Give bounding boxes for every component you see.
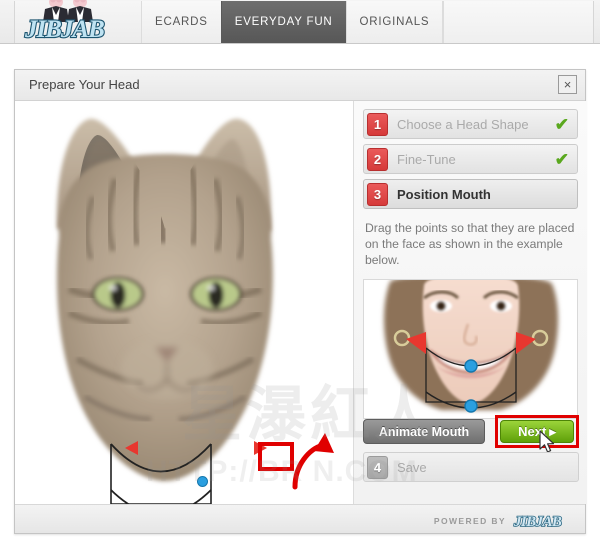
step-complete-check-icon-1: ✔: [554, 115, 569, 134]
tab-everyday-fun-label: EVERYDAY FUN: [234, 16, 333, 28]
tab-originals[interactable]: ORIGINALS: [345, 1, 444, 43]
next-button[interactable]: Next ▸: [500, 420, 574, 443]
dialog-footer: POWERED BY JIBJAB: [15, 504, 585, 533]
animate-mouth-button[interactable]: Animate Mouth: [363, 419, 485, 444]
sidebar-item-fine-tune[interactable]: 2 Fine-Tune ✔: [363, 144, 578, 174]
step-badge-1: 1: [367, 112, 388, 136]
top-navigation-bar: JIBJAB ECARDS EVERYDAY FUN ORIGINALS: [0, 0, 600, 44]
jibjab-logo[interactable]: JIBJAB: [15, 0, 141, 44]
example-face-illustration: [364, 280, 577, 418]
tab-ecards-label: ECARDS: [155, 16, 208, 28]
powered-by-block: POWERED BY JIBJAB: [434, 512, 573, 529]
step-label-3: Position Mouth: [397, 186, 491, 202]
nav-inner: JIBJAB ECARDS EVERYDAY FUN ORIGINALS: [14, 0, 594, 44]
step-badge-2: 2: [367, 147, 388, 171]
sidebar-item-position-mouth[interactable]: 3 Position Mouth: [363, 179, 578, 209]
next-button-wrapper: Next ▸: [495, 415, 579, 453]
animate-mouth-label: Animate Mouth: [378, 424, 470, 439]
mouth-lower-curve: [110, 489, 212, 504]
wizard-sidebar: 1 Choose a Head Shape ✔ 2 Fine-Tune ✔ 3: [353, 101, 587, 504]
dialog-header: Prepare Your Head ×: [15, 70, 585, 101]
close-glyph: ×: [563, 77, 572, 92]
step-number-4: 4: [373, 459, 382, 475]
app-root: JIBJAB ECARDS EVERYDAY FUN ORIGINALS Pre: [0, 0, 600, 552]
jibjab-logo-icon: JIBJAB: [23, 0, 106, 44]
svg-text:JIBJAB: JIBJAB: [24, 16, 104, 43]
dialog-body: 1 Choose a Head Shape ✔ 2 Fine-Tune ✔ 3: [15, 101, 587, 504]
sidebar-item-choose-head-shape[interactable]: 1 Choose a Head Shape ✔: [363, 109, 578, 139]
close-icon[interactable]: ×: [558, 75, 577, 94]
step-complete-check-icon-2: ✔: [554, 150, 569, 169]
instruction-text: Drag the points so that they are placed …: [365, 221, 575, 267]
step-number-3: 3: [373, 186, 382, 202]
tab-everyday-fun[interactable]: EVERYDAY FUN: [220, 1, 346, 43]
tab-ecards[interactable]: ECARDS: [141, 1, 221, 43]
page-title: Prepare Your Head: [29, 77, 140, 92]
svg-text:JIBJAB: JIBJAB: [513, 514, 562, 529]
step-label-4: Save: [397, 459, 427, 475]
powered-by-label: POWERED BY: [433, 515, 506, 526]
step-badge-4: 4: [367, 455, 388, 479]
tab-originals-label: ORIGINALS: [359, 16, 430, 28]
footer-jibjab-logo-icon: JIBJAB: [513, 513, 563, 529]
step-badge-3: 3: [367, 182, 388, 206]
nav-filler: [443, 1, 593, 43]
step-number-1: 1: [373, 116, 382, 132]
mouth-point-upper[interactable]: [197, 476, 208, 487]
step-label-1: Choose a Head Shape: [397, 116, 529, 132]
step-label-2: Fine-Tune: [397, 151, 456, 167]
step-number-2: 2: [373, 151, 382, 167]
prepare-head-dialog: Prepare Your Head × 1 Choose a Head Shap…: [14, 69, 587, 534]
mouth-corner-marker-left[interactable]: [125, 441, 138, 455]
head-edit-canvas[interactable]: [15, 101, 353, 504]
annotation-arrow-icon: [292, 433, 334, 490]
main-tabs: ECARDS EVERYDAY FUN ORIGINALS: [141, 1, 444, 43]
action-button-row: Animate Mouth Next ▸: [363, 415, 579, 453]
example-reference-image: [363, 279, 578, 419]
sidebar-item-save: 4 Save: [363, 452, 579, 482]
